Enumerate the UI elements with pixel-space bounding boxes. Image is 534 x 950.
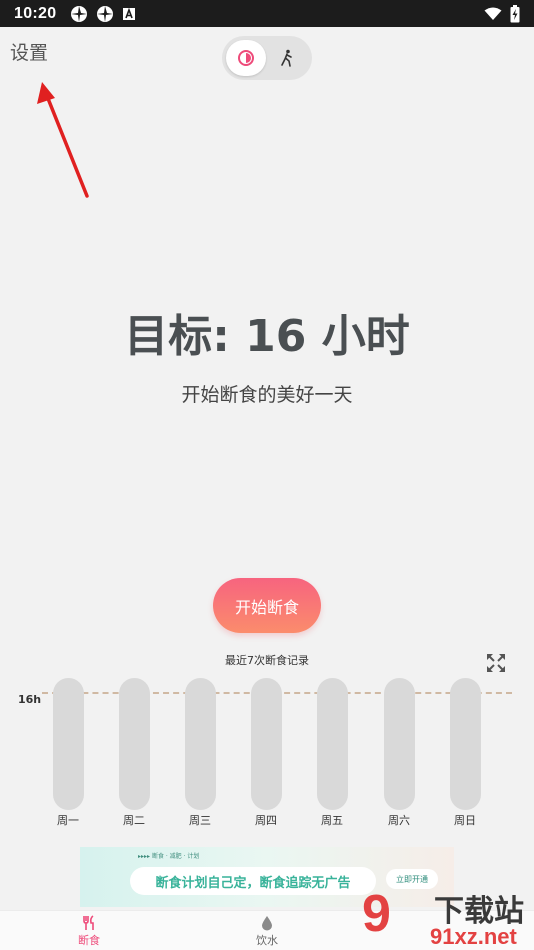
record-bar-wed <box>185 678 216 810</box>
font-notification-icon <box>123 7 136 20</box>
day-label: 周五 <box>321 814 343 827</box>
record-bar-tue <box>119 678 150 810</box>
watermark-big: 9 <box>362 885 391 943</box>
fasting-icon <box>238 50 254 66</box>
app-notification-icon <box>71 5 88 22</box>
day-label: 周六 <box>388 814 410 827</box>
ad-text: 断食计划自己定，断食追踪无广告 <box>130 867 376 895</box>
record-bar-fri <box>317 678 348 810</box>
record-bar-sun <box>450 678 481 810</box>
tab-label: 饮水 <box>256 934 278 947</box>
goal-subtitle: 开始断食的美好一天 <box>181 384 353 406</box>
goal-title: 目标: 16 小时 <box>124 311 410 362</box>
status-time: 10:20 <box>14 4 57 22</box>
notification-icons <box>70 5 136 23</box>
watermark-logo: 9 下载站 91xz.net <box>356 885 534 950</box>
toggle-option-walking[interactable] <box>266 40 308 76</box>
day-label: 周一 <box>57 814 79 827</box>
wifi-icon <box>484 7 502 20</box>
toggle-option-fasting[interactable] <box>226 40 266 76</box>
tab-water[interactable]: 饮水 <box>227 911 307 950</box>
status-bar: 10:20 <box>0 0 534 27</box>
ad-tag: ▸▸▸▸ 断食 · 减肥 · 计划 <box>138 853 200 860</box>
expand-icon[interactable] <box>485 652 507 674</box>
record-bar-sat <box>384 678 415 810</box>
records-title: 最近7次断食记录 <box>225 654 309 667</box>
battery-icon <box>510 4 520 22</box>
annotation-arrow-icon <box>37 82 89 198</box>
day-label: 周三 <box>189 814 211 827</box>
day-label: 周四 <box>255 814 277 827</box>
tab-label: 断食 <box>78 934 100 947</box>
records-chart <box>0 678 534 828</box>
water-drop-icon <box>262 916 272 931</box>
watermark-url: 91xz.net <box>430 924 517 949</box>
start-fasting-button[interactable]: 开始断食 <box>213 578 321 633</box>
record-bar-mon <box>53 678 84 810</box>
record-bar-thu <box>251 678 282 810</box>
app-notification-icon <box>97 5 114 22</box>
day-label: 周二 <box>123 814 145 827</box>
tab-fasting[interactable]: 断食 <box>49 911 129 950</box>
walking-icon <box>281 49 292 67</box>
fork-knife-icon <box>83 915 94 930</box>
mode-toggle[interactable] <box>222 36 312 80</box>
settings-button[interactable]: 设置 <box>10 38 48 65</box>
day-label: 周日 <box>454 814 476 827</box>
